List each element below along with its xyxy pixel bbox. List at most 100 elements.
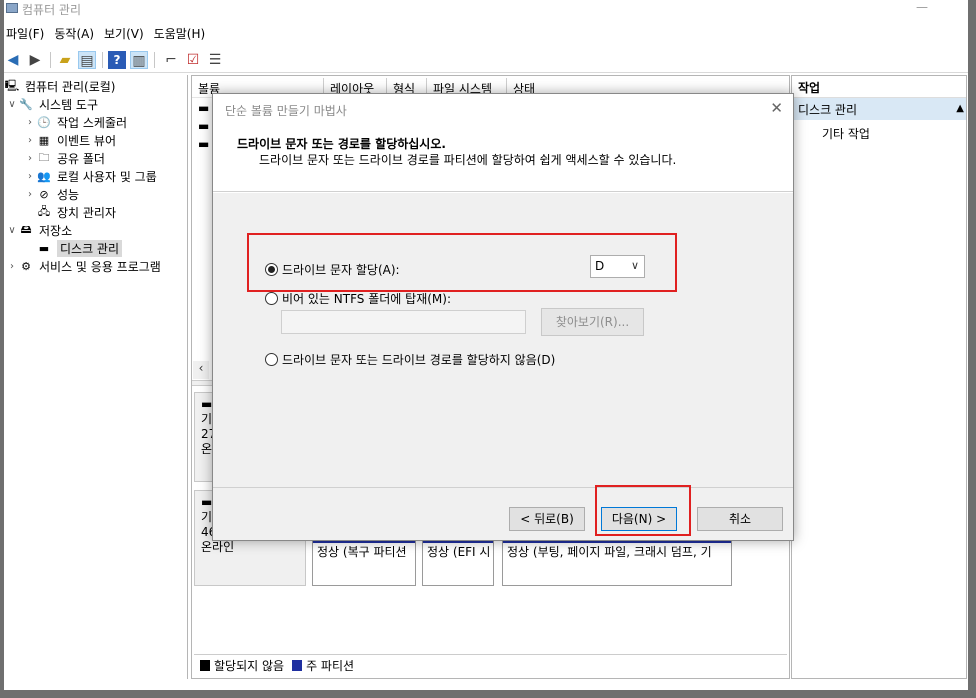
toolbar-divider <box>154 52 155 68</box>
expand-chevron-icon[interactable]: › <box>24 153 36 164</box>
highlight-box <box>247 233 677 292</box>
collapse-chevron-icon[interactable]: ∨ <box>6 99 18 110</box>
tree-label: 작업 스케줄러 <box>57 115 128 130</box>
forward-arrow-icon[interactable]: ▶ <box>26 51 44 69</box>
services-icon: ⚙ <box>21 259 31 273</box>
tree-label: 공유 폴더 <box>57 151 105 166</box>
partition-recovery[interactable]: 정상 (복구 파티션 <box>312 538 416 586</box>
actions-section-label: 디스크 관리 <box>798 103 858 117</box>
tree-item-performance[interactable]: › ⊘ 성능 <box>24 185 79 203</box>
toolbar-divider <box>102 52 103 68</box>
collapse-triangle-icon[interactable]: ▲ <box>956 103 964 114</box>
legend-unallocated: 할당되지 않음 <box>214 659 285 673</box>
tree-item-device-manager[interactable]: 🖧 장치 관리자 <box>36 203 116 221</box>
primary-swatch <box>292 660 303 671</box>
disk-status: 온라인 <box>201 540 235 554</box>
dialog-subheading: 드라이브 문자 또는 드라이브 경로를 파티션에 할당하여 쉽게 액세스할 수 … <box>259 153 677 167</box>
expand-chevron-icon[interactable]: › <box>24 135 36 146</box>
up-folder-icon[interactable]: ▰ <box>56 51 74 69</box>
scroll-left-icon[interactable]: ‹ <box>193 361 209 379</box>
tree-label: 장치 관리자 <box>57 205 117 220</box>
menu-help[interactable]: 도움말(H) <box>152 22 214 44</box>
partition-legend: 할당되지 않음 주 파티션 <box>194 654 787 676</box>
partition-label: 정상 (부팅, 페이지 파일, 크래시 덤프, 기 <box>507 545 712 559</box>
partition-efi[interactable]: 정상 (EFI 시 <box>422 538 494 586</box>
tree-item-task-scheduler[interactable]: › 🕒 작업 스케줄러 <box>24 113 127 131</box>
browse-button[interactable]: 찾아보기(R)... <box>541 308 644 336</box>
expand-chevron-icon[interactable]: › <box>24 171 36 182</box>
computer-management-icon <box>6 3 18 13</box>
tree-item-shared-folders[interactable]: › 🗀 공유 폴더 <box>24 149 105 167</box>
dialog-header: 드라이브 문자 또는 경로를 할당하십시오. 드라이브 문자 또는 드라이브 경… <box>213 124 793 192</box>
tree-item-storage[interactable]: ∨ 🖴 저장소 <box>6 221 72 239</box>
collapse-chevron-icon[interactable]: ∨ <box>6 225 18 236</box>
device-manager-icon: 🖧 <box>37 204 51 218</box>
no-drive-letter-radio[interactable]: 드라이브 문자 또는 드라이브 경로를 할당하지 않음(D) <box>265 351 555 368</box>
dialog-heading: 드라이브 문자 또는 경로를 할당하십시오. <box>237 137 446 151</box>
tree-item-disk-management[interactable]: ▬ 디스크 관리 <box>36 239 123 257</box>
tree-label: 시스템 도구 <box>39 97 99 112</box>
menu-action[interactable]: 동작(A) <box>52 22 102 44</box>
panel-icon[interactable]: ▥ <box>130 51 148 69</box>
tree-root[interactable]: 🖳 컴퓨터 관리(로컬) <box>4 77 116 95</box>
mount-ntfs-folder-radio[interactable]: 비어 있는 NTFS 폴더에 탑재(M): <box>265 290 451 307</box>
check-icon[interactable]: ☑ <box>184 51 202 69</box>
tree-label: 디스크 관리 <box>57 239 123 257</box>
shared-folder-icon: 🗀 <box>38 150 50 164</box>
toolbar: ◀ ▶ ▰ ▤ ? ▥ ⌐ ☑ ☰ <box>4 47 968 73</box>
disk-icon: ▬ <box>38 241 50 255</box>
expand-chevron-icon[interactable]: › <box>24 189 36 200</box>
users-icon: 👥 <box>37 169 51 183</box>
tree-label: 로컬 사용자 및 그룹 <box>57 169 157 184</box>
cancel-button[interactable]: 취소 <box>697 507 783 531</box>
legend-primary: 주 파티션 <box>306 659 355 673</box>
performance-icon: ⊘ <box>39 187 49 201</box>
expand-chevron-icon[interactable]: › <box>24 117 36 128</box>
tree-item-system-tools[interactable]: ∨ 🔧 시스템 도구 <box>6 95 98 113</box>
folder-path-input[interactable] <box>281 310 526 334</box>
expand-chevron-icon[interactable]: › <box>6 261 18 272</box>
volume-row[interactable]: ▬ <box>198 101 209 115</box>
storage-icon: 🖴 <box>20 222 32 236</box>
navigation-tree: 🖳 컴퓨터 관리(로컬) ∨ 🔧 시스템 도구 › 🕒 작업 스케줄러 › ▦ … <box>4 75 188 679</box>
tree-item-event-viewer[interactable]: › ▦ 이벤트 뷰어 <box>24 131 116 149</box>
partition-label: 정상 (복구 파티션 <box>317 545 407 559</box>
tree-label: 서비스 및 응용 프로그램 <box>39 259 161 274</box>
help-icon[interactable]: ? <box>108 51 126 69</box>
partition-boot[interactable]: 정상 (부팅, 페이지 파일, 크래시 덤프, 기 <box>502 538 732 586</box>
partition-label: 정상 (EFI 시 <box>427 545 491 559</box>
back-button[interactable]: < 뒤로(B) <box>509 507 585 531</box>
menu-bar: 파일(F) 동작(A) 보기(V) 도움말(H) <box>4 22 968 44</box>
show-tree-icon[interactable]: ▤ <box>78 51 96 69</box>
properties-icon[interactable]: ☰ <box>206 51 224 69</box>
connect-icon[interactable]: ⌐ <box>162 51 180 69</box>
tree-item-local-users[interactable]: › 👥 로컬 사용자 및 그룹 <box>24 167 157 185</box>
simple-volume-wizard-dialog: 단순 볼륨 만들기 마법사 ✕ 드라이브 문자 또는 경로를 할당하십시오. 드… <box>212 93 794 541</box>
tree-label: 성능 <box>57 187 80 202</box>
event-viewer-icon: ▦ <box>38 133 50 147</box>
toolbar-divider <box>50 52 51 68</box>
tree-item-services[interactable]: › ⚙ 서비스 및 응용 프로그램 <box>6 257 161 275</box>
tree-root-label: 컴퓨터 관리(로컬) <box>25 79 116 94</box>
action-more-actions[interactable]: 기타 작업 <box>792 120 966 142</box>
unallocated-swatch <box>200 660 210 671</box>
dialog-body: 드라이브 문자 할당(A): D ∨ 비어 있는 NTFS 폴더에 탑재(M):… <box>213 193 793 487</box>
tools-icon: 🔧 <box>19 97 33 111</box>
minimize-icon[interactable]: — <box>916 0 928 14</box>
close-icon[interactable]: ✕ <box>770 99 783 117</box>
tree-label: 이벤트 뷰어 <box>57 133 117 148</box>
tree-label: 저장소 <box>39 223 73 238</box>
actions-section-disk-management[interactable]: 디스크 관리 ▲ <box>792 98 966 120</box>
radio-unselected-icon[interactable] <box>265 353 278 366</box>
computer-icon: 🖳 <box>4 78 20 92</box>
title-bar: 컴퓨터 관리 — <box>4 0 968 20</box>
back-arrow-icon[interactable]: ◀ <box>4 51 22 69</box>
window-title: 컴퓨터 관리 <box>22 3 82 17</box>
radio-unselected-icon[interactable] <box>265 292 278 305</box>
highlight-box <box>595 485 691 536</box>
menu-view[interactable]: 보기(V) <box>102 22 152 44</box>
dialog-footer: < 뒤로(B) 다음(N) > 취소 <box>213 485 793 540</box>
dialog-title: 단순 볼륨 만들기 마법사 <box>225 104 347 118</box>
menu-file[interactable]: 파일(F) <box>4 22 52 44</box>
actions-header: 작업 <box>792 76 966 98</box>
